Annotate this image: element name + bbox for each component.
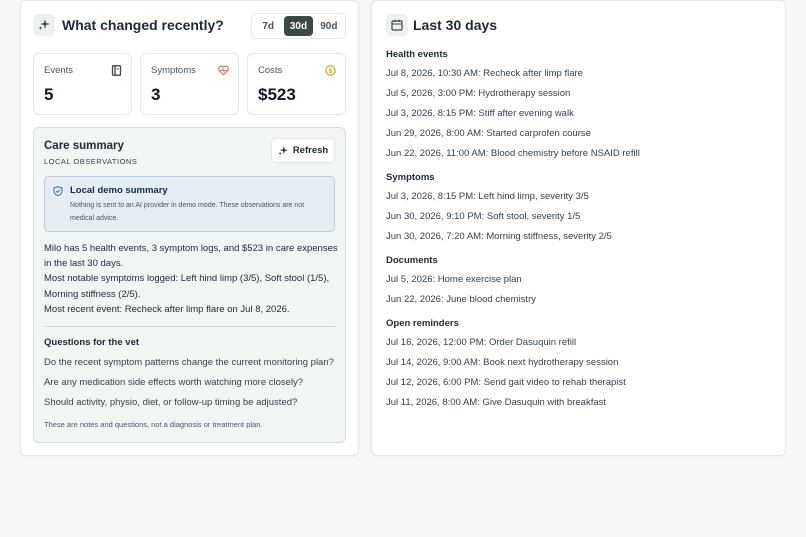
list-item: Jun 29, 2026, 8:00 AM: Started carprofen…	[386, 128, 591, 139]
svg-text:$: $	[329, 68, 333, 75]
section-title-symptoms: Symptoms	[386, 172, 435, 183]
vet-question: Are any medication side effects worth wa…	[44, 377, 304, 388]
timeline-title: Last 30 days	[413, 17, 498, 33]
list-item: Jun 22, 2026: June blood chemistry	[386, 294, 536, 305]
refresh-button[interactable]: Refresh	[271, 138, 335, 163]
demo-notice-title: Local demo summary	[70, 185, 168, 196]
list-item: Jul 5, 2026: Home exercise plan	[386, 274, 522, 285]
list-item: Jul 3, 2026, 8:15 PM: Left hind limp, se…	[386, 191, 589, 202]
calendar-icon	[386, 14, 408, 36]
list-item: Jun 30, 2026, 7:20 AM: Morning stiffness…	[386, 231, 612, 242]
list-item: Jul 12, 2026, 6:00 PM: Send gait video t…	[386, 377, 626, 388]
refresh-label: Refresh	[292, 145, 329, 156]
list-item: Jun 22, 2026, 11:00 AM: Blood chemistry …	[386, 148, 640, 159]
care-summary-panel: Care summary LOCAL OBSERVATIONS Refresh …	[33, 127, 346, 443]
section-title-documents: Documents	[386, 255, 438, 266]
vet-question: Should activity, physio, diet, or follow…	[44, 397, 298, 408]
metric-card-costs: Costs $ $523	[247, 53, 346, 115]
section-title-health-events: Health events	[386, 49, 448, 60]
divider	[44, 326, 335, 327]
range-option-7d[interactable]: 7d	[254, 16, 282, 36]
questions-title: Questions for the vet	[44, 337, 140, 348]
list-item: Jul 3, 2026, 8:15 PM: Stiff after evenin…	[386, 108, 574, 119]
timeline-card: Last 30 days Health events Jul 8, 2026, …	[371, 0, 786, 456]
care-summary-subtitle: LOCAL OBSERVATIONS	[44, 157, 138, 166]
care-summary-title: Care summary	[44, 140, 124, 152]
metric-value: 3	[151, 85, 161, 104]
section-title-open-reminders: Open reminders	[386, 318, 459, 329]
metric-label: Symptoms	[151, 65, 196, 76]
summary-line: Most notable symptoms logged: Left hind …	[44, 273, 330, 300]
list-item: Jul 16, 2026, 12:00 PM: Order Dasuquin r…	[386, 337, 577, 348]
sparkle-icon	[33, 14, 55, 36]
shield-check-icon	[53, 186, 63, 196]
metric-label: Events	[44, 65, 74, 76]
coin-icon: $	[325, 65, 336, 76]
list-item: Jul 5, 2026, 3:00 PM: Hydrotherapy sessi…	[386, 88, 571, 99]
range-selector: 7d 30d 90d	[251, 13, 346, 39]
metric-label: Costs	[258, 65, 283, 76]
range-option-30d[interactable]: 30d	[284, 16, 313, 36]
summary-line: Most recent event: Recheck after limp fl…	[44, 303, 290, 315]
list-item: Jul 14, 2026, 9:00 AM: Book next hydroth…	[386, 357, 619, 368]
book-icon	[111, 65, 122, 76]
heart-pulse-icon	[218, 65, 229, 76]
page-title: What changed recently?	[62, 17, 224, 33]
list-item: Jun 30, 2026, 9:10 PM: Soft stool, sever…	[386, 211, 581, 222]
disclaimer-footnote: These are notes and questions, not a dia…	[44, 420, 263, 429]
list-item: Jul 11, 2026, 8:00 AM: Give Dasuquin wit…	[386, 397, 607, 408]
sparkle-icon	[278, 145, 288, 155]
metric-card-symptoms: Symptoms 3	[140, 53, 239, 115]
summary-body: Milo has 5 health events, 3 symptom logs…	[44, 241, 339, 317]
recent-changes-card: What changed recently? 7d 30d 90d Events…	[20, 0, 359, 456]
summary-line: Milo has 5 health events, 3 symptom logs…	[44, 243, 338, 270]
demo-notice: Local demo summary Nothing is sent to an…	[44, 176, 335, 232]
range-option-90d[interactable]: 90d	[315, 16, 343, 36]
metric-value: $523	[258, 85, 296, 104]
metric-value: 5	[44, 85, 54, 104]
list-item: Jul 8, 2026, 10:30 AM: Recheck after lim…	[386, 68, 583, 79]
vet-question: Do the recent symptom patterns change th…	[44, 357, 334, 368]
metric-card-events: Events 5	[33, 53, 132, 115]
demo-notice-text: Nothing is sent to an AI provider in dem…	[70, 202, 305, 222]
